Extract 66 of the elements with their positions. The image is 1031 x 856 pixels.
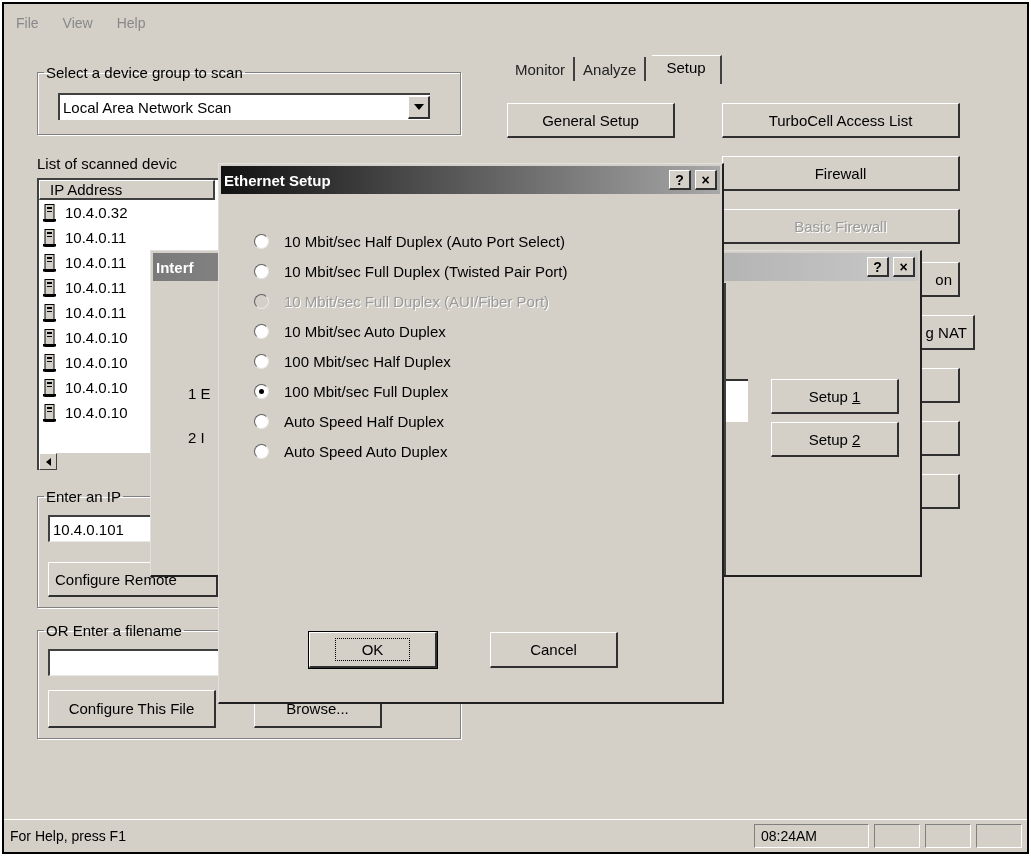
row-label: 2 I	[188, 427, 206, 448]
tab[interactable]: Analyze	[575, 57, 647, 81]
ip-address[interactable]: 10.4.0.10	[65, 404, 128, 421]
computer-icon	[43, 303, 57, 322]
ip-address[interactable]: 10.4.0.10	[65, 354, 128, 371]
option-label[interactable]: Auto Speed Auto Duplex	[284, 442, 448, 460]
radio-button[interactable]	[254, 323, 269, 339]
help-button[interactable]: ?	[867, 257, 889, 277]
device-group-dropdown[interactable]: Local Area Network Scan	[58, 93, 430, 120]
ip-address[interactable]: 10.4.0.11	[65, 254, 127, 271]
status-text: For Help, press F1	[10, 828, 127, 844]
group-label: OR Enter a filename	[46, 622, 182, 639]
setup-button[interactable]: General Setup	[507, 103, 675, 138]
radio-button[interactable]	[254, 233, 269, 249]
status-pane	[874, 824, 920, 848]
radio-button[interactable]	[254, 413, 269, 429]
dialog-title: Interf	[156, 258, 194, 276]
radio-button[interactable]	[254, 263, 269, 279]
option-label[interactable]: 10 Mbit/sec Auto Duplex	[284, 322, 446, 340]
group-label: Select a device group to scan	[46, 64, 243, 81]
computer-icon	[43, 253, 57, 272]
option-label[interactable]: 10 Mbit/sec Full Duplex (Twisted Pair Port)	[284, 262, 568, 280]
computer-icon	[43, 403, 57, 422]
group-label: Enter an IP	[46, 488, 122, 505]
dialog-title: Ethernet Setup	[224, 171, 331, 189]
column-header[interactable]: IP Address	[39, 180, 215, 200]
ip-address[interactable]: 10.4.0.10	[65, 329, 128, 346]
setup-button[interactable]: Setup 1	[771, 379, 899, 414]
computer-icon	[43, 278, 57, 297]
option-label[interactable]: 10 Mbit/sec Half Duplex (Auto Port Select)	[284, 232, 565, 250]
radio-button[interactable]	[254, 443, 269, 459]
ok-button[interactable]: OK	[309, 632, 437, 668]
computer-icon	[43, 203, 57, 222]
dropdown-arrow-icon	[413, 104, 424, 110]
setup-button[interactable]: TurboCell Access List	[722, 103, 960, 138]
computer-icon	[43, 378, 57, 397]
row-label: 1 E	[188, 383, 212, 404]
cancel-button[interactable]: Cancel	[490, 632, 618, 668]
tab[interactable]: Setup	[652, 54, 722, 84]
close-button[interactable]: ×	[695, 170, 717, 190]
computer-icon	[43, 328, 57, 347]
ip-address[interactable]: 10.4.0.11	[65, 279, 127, 296]
radio-button[interactable]	[254, 383, 269, 399]
status-time: 08:24AM	[754, 824, 869, 848]
close-button[interactable]: ×	[893, 257, 915, 277]
ip-address[interactable]: 10.4.0.11	[65, 304, 127, 321]
computer-icon	[43, 228, 57, 247]
option-label[interactable]: Auto Speed Half Duplex	[284, 412, 445, 430]
computer-icon	[43, 353, 57, 372]
input-field[interactable]	[726, 379, 748, 422]
setup-button[interactable]: Setup 2	[771, 422, 899, 457]
setup-button[interactable]: Firewall	[722, 156, 960, 191]
option-label[interactable]: 100 Mbit/sec Full Duplex	[284, 382, 449, 400]
option-label[interactable]: 100 Mbit/sec Half Duplex	[284, 352, 451, 370]
tab[interactable]: Monitor	[507, 57, 576, 81]
left-arrow-icon	[45, 457, 51, 466]
list-label: List of scanned devic	[37, 155, 179, 172]
configure-file-button[interactable]: Configure This File	[48, 690, 216, 728]
ip-address[interactable]: 10.4.0.10	[65, 379, 128, 396]
radio-button[interactable]	[254, 353, 269, 369]
ip-address[interactable]: 10.4.0.32	[65, 204, 128, 221]
help-button[interactable]: ?	[669, 170, 691, 190]
status-pane	[976, 824, 1022, 848]
ip-address[interactable]: 10.4.0.11	[65, 229, 127, 246]
status-pane	[925, 824, 971, 848]
scroll-left-button[interactable]	[39, 453, 57, 470]
